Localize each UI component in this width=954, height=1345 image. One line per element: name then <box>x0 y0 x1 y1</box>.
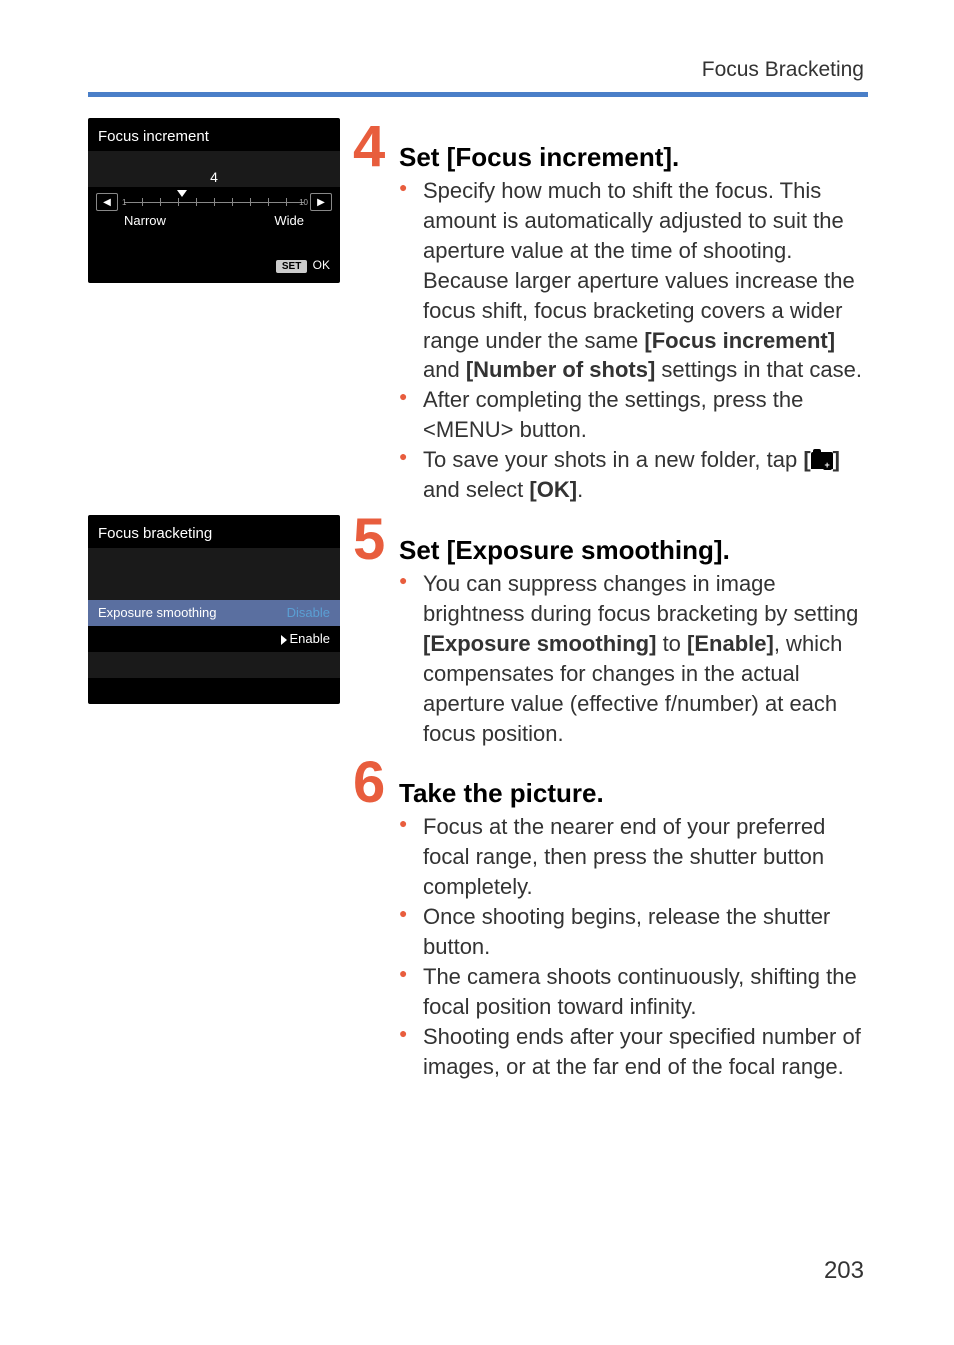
step6-bullet-4: Shooting ends after your specified numbe… <box>399 1022 868 1082</box>
step-6-title: Take the picture. <box>399 778 604 809</box>
triangle-right-icon <box>281 635 287 645</box>
divider <box>88 92 868 97</box>
exposure-smoothing-label: Exposure smoothing <box>98 605 287 620</box>
step-number-5: 5 <box>353 511 395 569</box>
step6-bullet-3: The camera shoots continuously, shifting… <box>399 962 868 1022</box>
narrow-label: Narrow <box>124 213 166 228</box>
cam-title: Focus bracketing <box>88 515 340 548</box>
content: Focus increment 4 ◀ 1 <box>88 118 868 1088</box>
step-number-4: 4 <box>353 118 395 176</box>
step4-bullet-1: Specify how much to shift the focus. Thi… <box>399 176 868 385</box>
section-header: Focus Bracketing <box>702 58 864 82</box>
cam-title: Focus increment <box>88 118 340 151</box>
screenshot-focus-increment: Focus increment 4 ◀ 1 <box>88 118 340 283</box>
step-4-title: Set [Focus increment]. <box>399 142 679 173</box>
page-number: 203 <box>824 1257 864 1285</box>
step5-bullet-1: You can suppress changes in image bright… <box>399 569 868 748</box>
step4-bullet-3: To save your shots in a new folder, tap … <box>399 445 868 505</box>
step-6: 6 Take the picture. Focus at the nearer … <box>88 754 868 1081</box>
slider-pointer-icon <box>177 190 187 197</box>
wide-label: Wide <box>274 213 304 228</box>
step-5-title: Set [Exposure smoothing]. <box>399 535 730 566</box>
step6-bullet-1: Focus at the nearer end of your preferre… <box>399 812 868 902</box>
screenshot-exposure-smoothing: Focus bracketing Exposure smoothing Disa… <box>88 515 340 704</box>
increment-value: 4 <box>88 165 340 187</box>
disable-value: Disable <box>287 605 330 620</box>
set-badge: SET <box>276 260 307 273</box>
step4-bullet-2: After completing the settings, press the… <box>399 385 868 445</box>
new-folder-icon <box>811 452 833 469</box>
step-5: Focus bracketing Exposure smoothing Disa… <box>88 511 868 748</box>
right-arrow-icon: ▶ <box>310 193 332 211</box>
step6-bullet-2: Once shooting begins, release the shutte… <box>399 902 868 962</box>
enable-value: Enable <box>281 631 330 646</box>
step-number-6: 6 <box>353 754 395 812</box>
ok-label: OK <box>313 258 330 272</box>
menu-glyph: MENU <box>436 417 501 442</box>
left-arrow-icon: ◀ <box>96 193 118 211</box>
step-4: Focus increment 4 ◀ 1 <box>88 118 868 505</box>
